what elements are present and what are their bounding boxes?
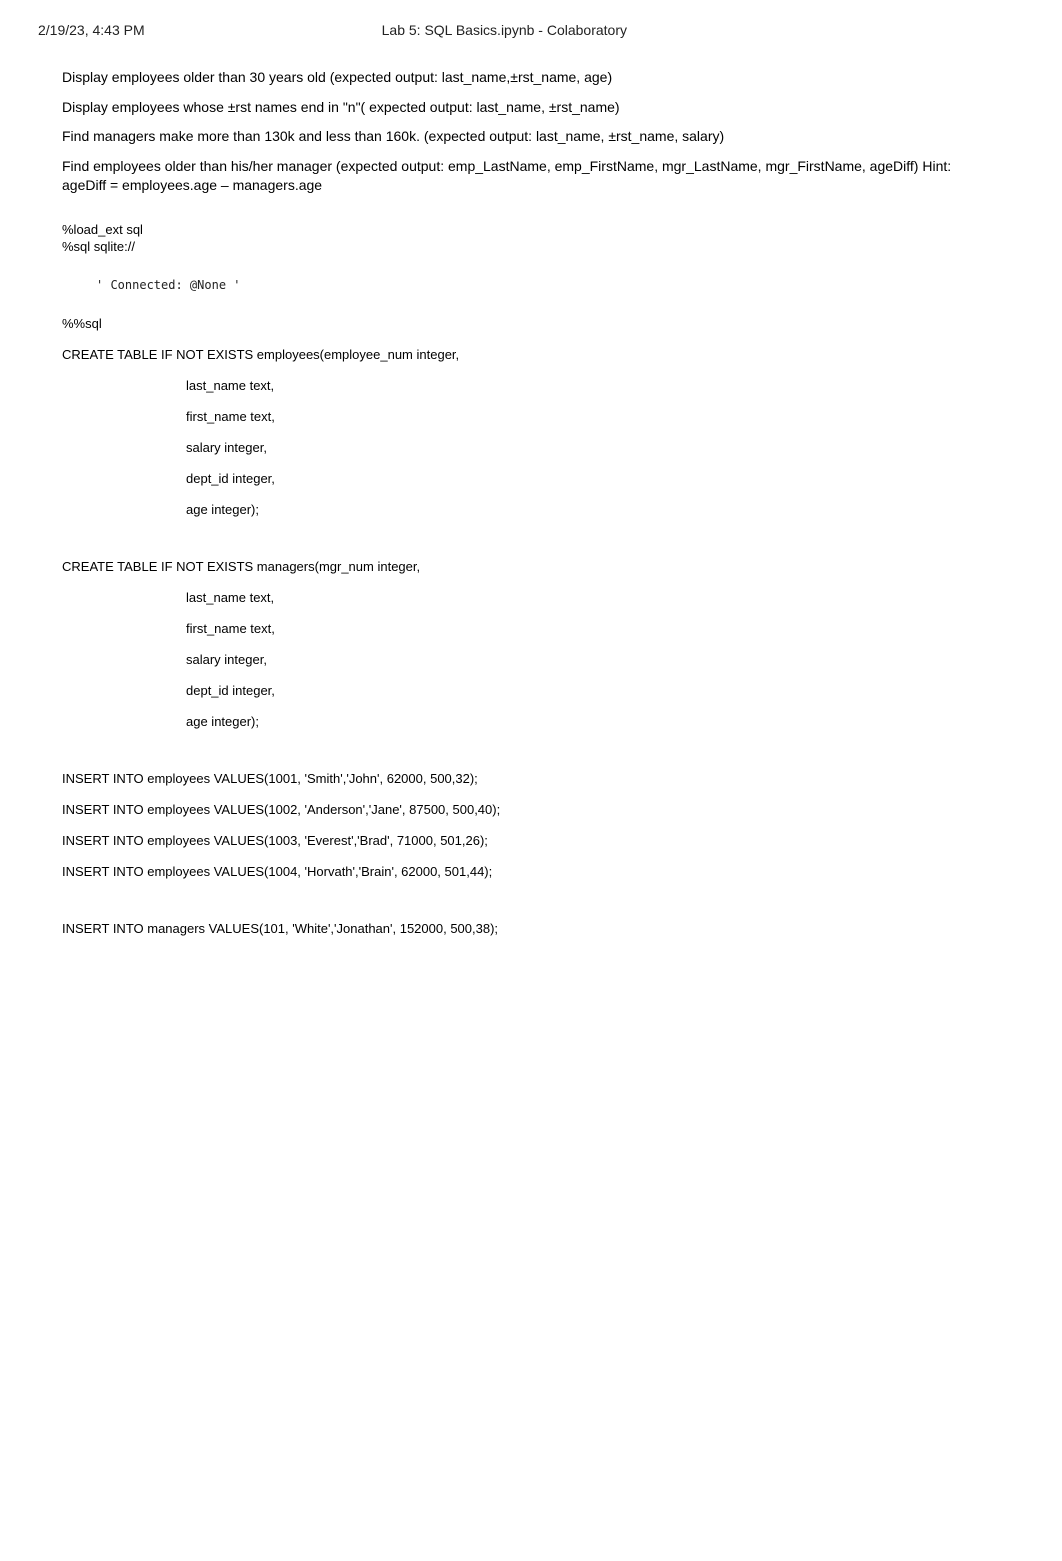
hidden-preview: INSERT INTO managers VALUES(102, 'Smith'… [62,954,1000,1162]
hidden-line: INSERT INTO managers VALUES(102, 'Smith'… [62,954,1000,975]
sql-line: first_name text, [62,409,1000,424]
sql-block: %%sql CREATE TABLE IF NOT EXISTS employe… [62,316,1000,936]
task-item: Display employees older than 30 years ol… [62,68,1000,88]
sql-line: first_name text, [62,621,1000,636]
sql-line: INSERT INTO employees VALUES(1002, 'Ande… [62,802,1000,817]
hidden-line: 11 rows affected. [62,1100,1000,1121]
hidden-line: 11 rows affected. [62,1058,1000,1079]
sql-line: CREATE TABLE IF NOT EXISTS managers(mgr_… [62,559,1000,574]
setup-code: %load_ext sql %sql sqlite:// [62,222,1000,254]
sql-line: last_name text, [62,378,1000,393]
sql-line: salary integer, [62,652,1000,667]
sql-line: age integer); [62,714,1000,729]
hidden-line: [] [62,1120,1000,1141]
task-item: Display employees whose ±rst names end i… [62,98,1000,118]
page-title: Lab 5: SQL Basics.ipynb - Colaboratory [382,22,627,38]
sql-line: CREATE TABLE IF NOT EXISTS employees(emp… [62,347,1000,362]
task-item: Find employees older than his/her manage… [62,157,1000,196]
sql-line: INSERT INTO employees VALUES(1003, 'Ever… [62,833,1000,848]
sql-line: salary integer, [62,440,1000,455]
task-text: Find employees older than his/her manage… [62,158,951,174]
hidden-line: Done. [62,1016,1000,1037]
code-line: %load_ext sql [62,222,1000,237]
hidden-line: * sqlite:// [62,996,1000,1017]
code-line: %sql sqlite:// [62,239,1000,254]
hidden-line: 11 rows affected. [62,1037,1000,1058]
sql-line: last_name text, [62,590,1000,605]
sql-line: INSERT INTO employees VALUES(1001, 'Smit… [62,771,1000,786]
sql-magic: %%sql [62,316,1000,331]
hidden-line: %%sql [62,1141,1000,1162]
task-text: ageDiff = employees.age – managers.age [62,177,322,193]
sql-line: INSERT INTO managers VALUES(101, 'White'… [62,921,1000,936]
connected-output: ' Connected: @None ' [90,276,1000,294]
task-list: Display employees older than 30 years ol… [62,68,1000,196]
timestamp: 2/19/23, 4:43 PM [38,22,145,38]
task-item: Find managers make more than 130k and le… [62,127,1000,147]
hidden-line: INSERT INTO managers VALUES(103, 'Vaughn… [62,975,1000,996]
sql-line: age integer); [62,502,1000,517]
sql-line: dept_id integer, [62,683,1000,698]
sql-line: dept_id integer, [62,471,1000,486]
hidden-line: 11 rows affected. [62,1079,1000,1100]
sql-line: INSERT INTO employees VALUES(1004, 'Horv… [62,864,1000,879]
